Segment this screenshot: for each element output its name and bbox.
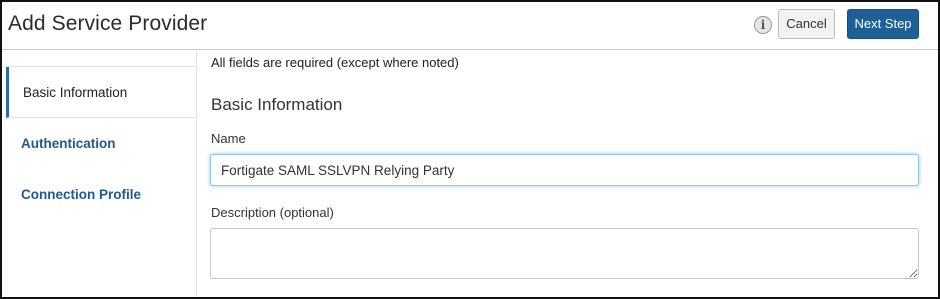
- sidebar-item-connection-profile[interactable]: Connection Profile: [6, 169, 196, 220]
- description-label: Description (optional): [211, 205, 334, 220]
- next-step-button[interactable]: Next Step: [847, 9, 919, 39]
- name-label: Name: [211, 131, 246, 146]
- cancel-button[interactable]: Cancel: [778, 9, 835, 39]
- modal-frame: Add Service Provider i Cancel Next Step …: [0, 0, 940, 299]
- description-textarea[interactable]: [210, 228, 919, 279]
- required-fields-note: All fields are required (except where no…: [211, 55, 459, 70]
- sidebar-item-label: Connection Profile: [21, 187, 142, 202]
- sidebar-item-label: Basic Information: [23, 85, 128, 100]
- info-icon[interactable]: i: [754, 16, 772, 34]
- sidebar-spacer: [6, 50, 196, 67]
- sidebar-item-authentication[interactable]: Authentication: [6, 118, 196, 169]
- main-form: All fields are required (except where no…: [210, 50, 922, 297]
- section-title: Basic Information: [211, 95, 343, 114]
- sidebar-nav: Basic Information Authentication Connect…: [6, 50, 197, 297]
- name-input[interactable]: [210, 154, 919, 186]
- page-title: Add Service Provider: [8, 12, 208, 35]
- header-bar: Add Service Provider i Cancel Next Step: [2, 2, 938, 50]
- sidebar-item-basic-information[interactable]: Basic Information: [6, 67, 196, 118]
- sidebar-item-label: Authentication: [21, 136, 116, 151]
